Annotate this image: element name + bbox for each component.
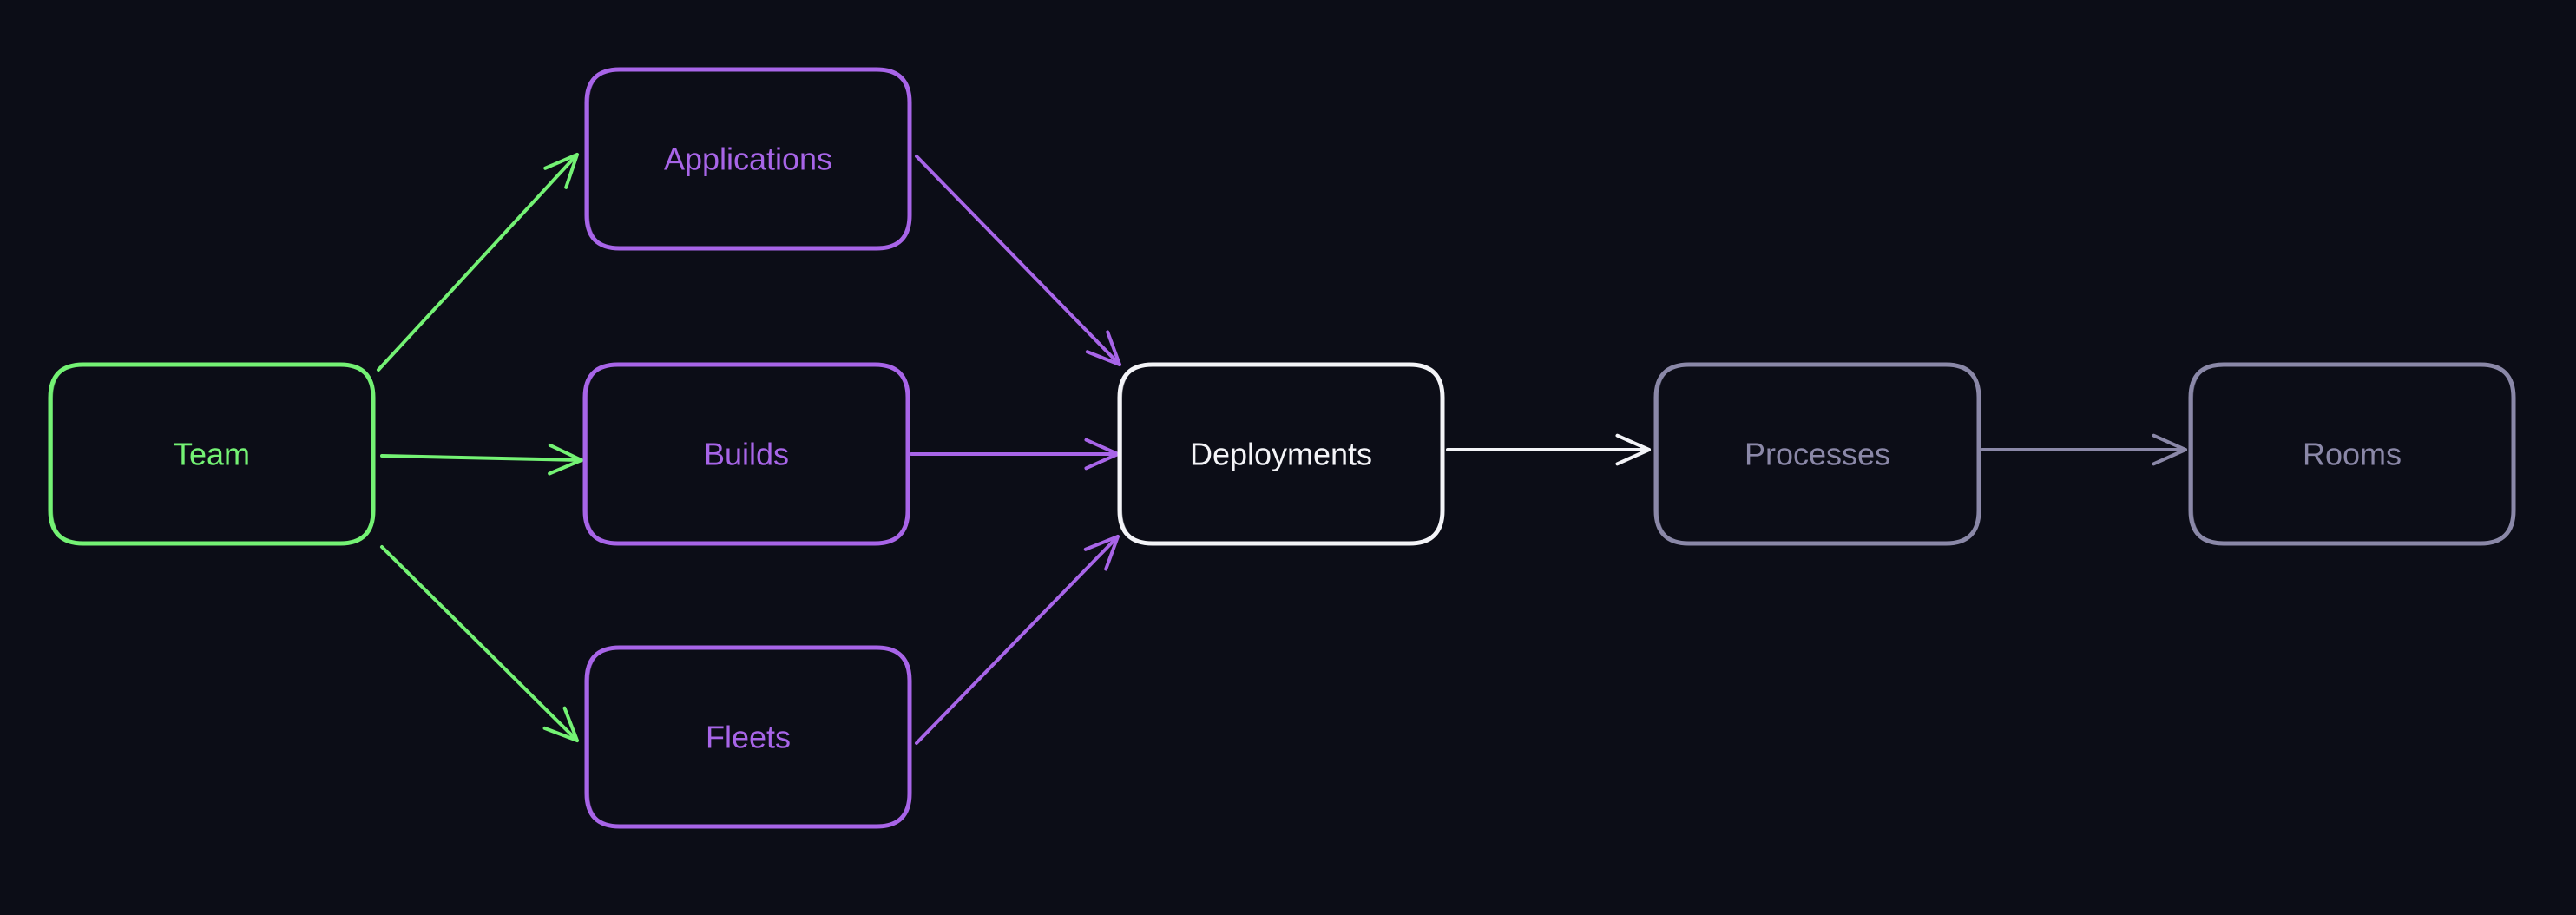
edge-team-to-builds xyxy=(380,443,583,476)
edge-team-to-fleets xyxy=(380,545,579,742)
node-deployments: Deployments xyxy=(1117,362,1445,546)
node-label-team: Team xyxy=(174,437,250,472)
node-rooms: Rooms xyxy=(2188,362,2516,546)
edge-line xyxy=(380,454,583,462)
edge-line xyxy=(915,155,1121,366)
node-label-applications: Applications xyxy=(664,142,832,177)
node-fleets: Fleets xyxy=(584,645,912,829)
node-label-builds: Builds xyxy=(704,437,789,472)
edge-line xyxy=(377,153,579,372)
node-processes: Processes xyxy=(1653,362,1981,546)
edge-processes-to-rooms xyxy=(1981,433,2187,466)
node-team: Team xyxy=(48,362,376,546)
edge-fleets-to-deployments xyxy=(915,535,1120,745)
node-label-processes: Processes xyxy=(1745,437,1890,472)
edge-deployments-to-processes xyxy=(1446,433,1651,466)
node-applications: Applications xyxy=(584,67,912,251)
edge-builds-to-deployments xyxy=(910,438,1120,471)
edge-line xyxy=(915,535,1120,745)
edge-applications-to-deployments xyxy=(915,155,1121,366)
node-label-deployments: Deployments xyxy=(1190,437,1372,472)
edge-line xyxy=(380,545,579,742)
node-label-fleets: Fleets xyxy=(706,720,791,755)
edge-team-to-applications xyxy=(377,153,579,372)
flow-diagram: Team Applications Builds Fleets Deployments P… xyxy=(48,67,2516,829)
node-builds: Builds xyxy=(582,362,910,546)
node-label-rooms: Rooms xyxy=(2303,437,2402,472)
